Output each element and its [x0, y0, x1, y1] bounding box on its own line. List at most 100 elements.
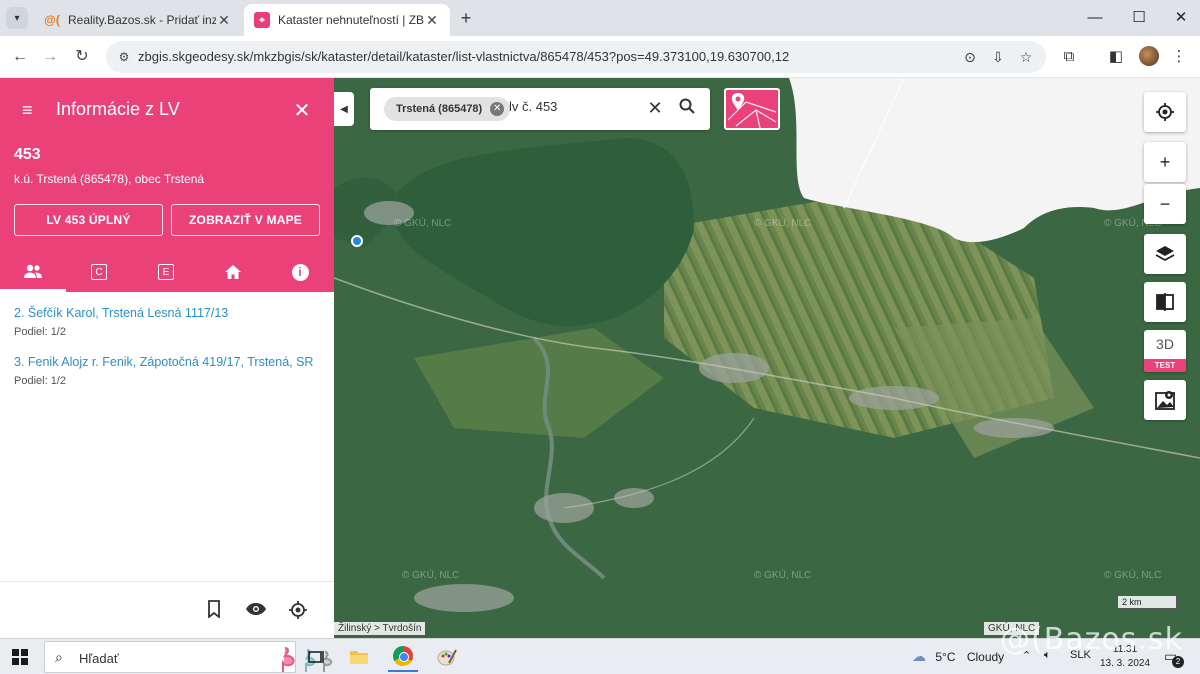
show-on-map-button[interactable]: ZOBRAZIŤ V MAPE: [171, 204, 320, 236]
photo-map-button[interactable]: [1144, 380, 1186, 420]
zbgis-favicon: ⌖: [254, 12, 270, 28]
tab-c-parcels[interactable]: C: [66, 252, 132, 292]
zoom-out-button[interactable]: −: [1144, 184, 1186, 224]
cadastre-layer-button[interactable]: [724, 88, 780, 130]
url-text[interactable]: zbgis.skgeodesy.sk/mkzbgis/sk/kataster/d…: [138, 49, 789, 64]
bookmark-icon[interactable]: [203, 600, 225, 622]
weather-desc: Cloudy: [966, 650, 1005, 664]
my-location-button[interactable]: [1144, 92, 1186, 132]
owner-list-item: 3. Fenik Alojz r. Fenik, Zápotočná 419/1…: [14, 355, 313, 387]
tray-chevron-icon[interactable]: ⌃: [1022, 649, 1031, 662]
lv-subtitle: k.ú. Trstená (865478), obec Trstená: [14, 172, 205, 186]
tab-owners[interactable]: [0, 252, 66, 292]
owner-share: Podiel: 1/2: [14, 375, 66, 387]
tab-search-button[interactable]: ▾: [6, 7, 28, 29]
hamburger-menu-icon[interactable]: ≡: [22, 100, 42, 120]
chrome-taskbar-icon[interactable]: [388, 642, 418, 672]
windows-taskbar: ⌕ Hľadať ☁ 5°C Cloudy ⌃ 🔈︎ SLK 11:31 13.…: [0, 638, 1200, 674]
weather-temp: 5°C: [935, 650, 956, 664]
compare-maps-button[interactable]: [1144, 282, 1186, 322]
zoom-in-button[interactable]: +: [1144, 142, 1186, 182]
windows-start-icon[interactable]: [12, 649, 28, 665]
tab-title: Reality.Bazos.sk - Pridať inzerát: [68, 13, 216, 27]
volume-icon[interactable]: 🔈︎: [1044, 649, 1051, 662]
system-clock[interactable]: 11:31 13. 3. 2024: [1100, 643, 1150, 671]
new-tab-button[interactable]: +: [456, 8, 476, 29]
close-window-button[interactable]: ✕: [1168, 6, 1194, 30]
close-tab-icon[interactable]: ✕: [216, 12, 232, 29]
locate-target-icon[interactable]: [287, 600, 309, 622]
current-location-marker: [351, 235, 363, 247]
extensions-icon[interactable]: ⧉: [1058, 46, 1080, 68]
lv-number: 453: [14, 146, 41, 163]
search-input[interactable]: lv č. 453: [509, 99, 557, 114]
menu-kebab-icon[interactable]: ⋮: [1168, 46, 1190, 68]
tab-bazos[interactable]: @( Reality.Bazos.sk - Pridať inzerát ✕: [34, 4, 242, 36]
owner-name-link[interactable]: 2. Šefčík Karol, Trstená Lesná 1117/13: [14, 306, 228, 320]
panel-title: Informácie z LV: [56, 99, 180, 119]
3d-view-button[interactable]: 3D TEST: [1144, 330, 1186, 372]
map-search-box[interactable]: Trstená (865478) ✕ lv č. 453 ✕: [370, 88, 710, 130]
test-badge: TEST: [1144, 359, 1186, 372]
map-watermark: © GKÚ, NLC: [402, 570, 460, 581]
site-info-icon[interactable]: ⚙: [116, 49, 132, 65]
chip-remove-icon[interactable]: ✕: [490, 102, 505, 116]
browser-toolbar: ← → ↻ ⚙ zbgis.skgeodesy.sk/mkzbgis/sk/ka…: [0, 36, 1200, 78]
crosshair-icon: [1156, 103, 1174, 121]
owner-list-item: 2. Šefčík Karol, Trstená Lesná 1117/13 P…: [14, 306, 228, 338]
minimize-button[interactable]: —: [1082, 6, 1108, 30]
lv-info-panel: ≡ Informácie z LV ✕ 453 k.ú. Trstená (86…: [0, 78, 334, 638]
install-app-icon[interactable]: ⇩: [989, 48, 1007, 66]
notifications-icon[interactable]: ▭ 2: [1164, 648, 1184, 668]
input-language[interactable]: SLK: [1070, 649, 1091, 661]
map-watermark: © GKÚ, NLC: [754, 570, 812, 581]
tab-e-parcels[interactable]: E: [133, 252, 199, 292]
profile-avatar[interactable]: [1139, 46, 1159, 66]
region-breadcrumb[interactable]: Žilinský > Tvrdošín: [334, 622, 426, 635]
search-filter-chip[interactable]: Trstená (865478) ✕: [384, 97, 511, 121]
back-button[interactable]: ←: [8, 45, 32, 69]
3d-label: 3D: [1156, 336, 1174, 352]
close-tab-icon[interactable]: ✕: [424, 12, 440, 29]
tab-zbgis[interactable]: ⌖ Kataster nehnuteľností | ZBGIS ✕: [244, 4, 450, 36]
clear-search-icon[interactable]: ✕: [644, 98, 666, 119]
map-watermark: © GKÚ, NLC: [394, 218, 452, 229]
home-icon: [225, 265, 241, 279]
tab-buildings[interactable]: [200, 252, 266, 292]
task-view-icon[interactable]: [302, 642, 332, 672]
bazos-favicon: @(: [44, 13, 60, 27]
side-panel-icon[interactable]: ◧: [1105, 46, 1127, 68]
owner-name-link[interactable]: 3. Fenik Alojz r. Fenik, Zápotočná 419/1…: [14, 355, 313, 369]
taskbar-search-placeholder[interactable]: Hľadať: [79, 651, 119, 666]
bookmark-star-icon[interactable]: ☆: [1017, 48, 1035, 66]
tab-title: Kataster nehnuteľností | ZBGIS: [278, 13, 424, 27]
layers-icon: [1155, 246, 1175, 262]
map-view[interactable]: © GKÚ, NLC © GKÚ, NLC © GKÚ, NLC © GKÚ, …: [334, 78, 1200, 638]
layers-button[interactable]: [1144, 234, 1186, 274]
clock-date: 13. 3. 2024: [1100, 658, 1151, 669]
location-icon[interactable]: ⊙: [961, 48, 979, 66]
paint-icon[interactable]: [432, 642, 462, 672]
close-panel-icon[interactable]: ✕: [292, 98, 312, 123]
cloud-icon: ☁: [912, 648, 926, 664]
reload-button[interactable]: ↻: [70, 45, 94, 69]
search-icon: ⌕: [55, 649, 63, 665]
panel-header: ≡ Informácie z LV ✕ 453 k.ú. Trstená (86…: [0, 78, 334, 292]
lv-full-button[interactable]: LV 453 ÚPLNÝ: [14, 204, 163, 236]
search-icon[interactable]: [676, 98, 698, 119]
collapse-panel-button[interactable]: ◀: [334, 92, 354, 126]
map-attribution: GKÚ, NLC: [984, 622, 1040, 635]
maximize-button[interactable]: ☐: [1126, 6, 1152, 30]
map-watermark: © GKÚ, NLC: [1104, 570, 1162, 581]
satellite-imagery: [334, 78, 1200, 638]
taskbar-search[interactable]: ⌕ Hľadať: [44, 641, 333, 673]
weather-widget[interactable]: ☁ 5°C Cloudy: [912, 648, 1004, 665]
file-explorer-icon[interactable]: [344, 642, 374, 672]
forward-button[interactable]: →: [38, 45, 62, 69]
browser-tab-bar: ▾ @( Reality.Bazos.sk - Pridať inzerát ✕…: [0, 0, 1200, 36]
tab-info[interactable]: i: [267, 252, 333, 292]
eye-icon[interactable]: [245, 600, 267, 622]
clock-time: 11:31: [1112, 644, 1138, 655]
panel-tabs: C E i: [0, 252, 334, 292]
address-bar[interactable]: ⚙ zbgis.skgeodesy.sk/mkzbgis/sk/kataster…: [106, 41, 1046, 73]
